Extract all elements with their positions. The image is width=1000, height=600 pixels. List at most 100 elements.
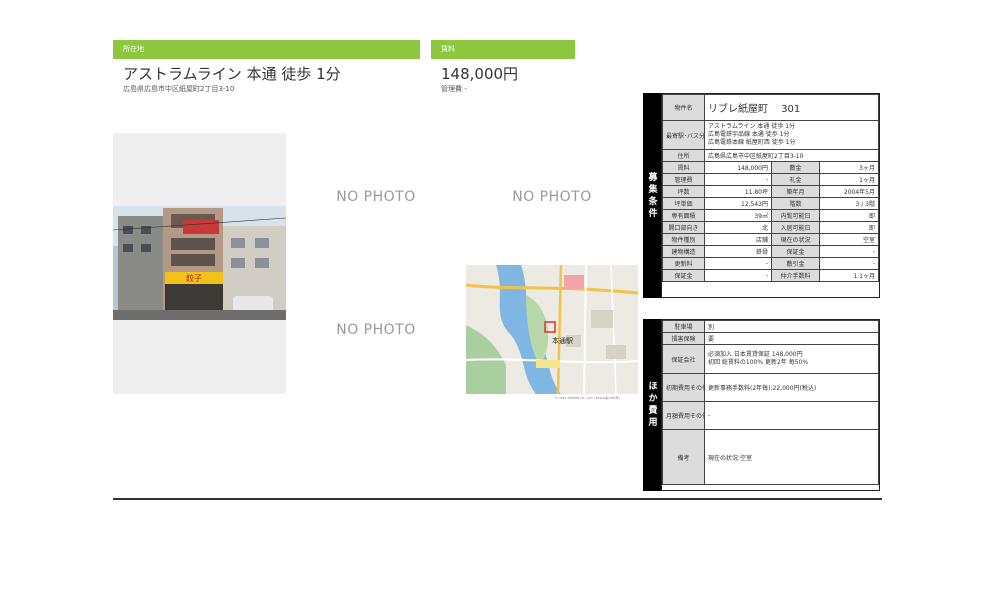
costs-table: 駐車場 別 損害保険 要 保証会社 必須加入 日本賃貸保証 148,000円 初…	[661, 319, 880, 491]
no-photo-text-1: NO PHOTO	[336, 189, 416, 205]
row-label: 入居可能日	[771, 221, 820, 234]
table-row: 初期費用その他 更新事務手数料(2年毎):22,000円(税込)	[662, 373, 879, 402]
row-label: 物件種別	[662, 233, 705, 246]
map-station-label: 本通駅	[552, 336, 573, 345]
row-label: 開口部向き	[662, 221, 705, 234]
row-value: 1ヶ月	[819, 173, 879, 186]
row-value: 鉄骨	[704, 245, 772, 258]
map-graphic: 本通駅	[466, 265, 638, 394]
location-header: 所在地	[113, 40, 420, 59]
nearest-station-label: 最寄駅･バス分	[662, 120, 705, 150]
address-value: 広島県広島市中区紙屋町2丁目3-10	[704, 149, 879, 162]
area-map[interactable]: 本通駅	[466, 265, 638, 394]
table-row: 坪数 11.80坪 築年月 2004年5月	[662, 185, 879, 198]
nearest-station-value: アストラムライン 本通 徒歩 1分 広島電鉄宇品線 本通 徒歩 1分 広島電鉄本…	[704, 120, 879, 150]
row-label: 初期費用その他	[662, 373, 705, 402]
row-value: 即	[819, 221, 879, 234]
table-row: 建物構造 鉄骨 保証金 -	[662, 245, 879, 258]
row-label: 現在の状況	[771, 233, 820, 246]
row-value: 店舗	[704, 233, 772, 246]
building-photo-tile[interactable]: 餃子	[113, 133, 286, 394]
row-label: 管理費	[662, 173, 705, 186]
row-value: -	[704, 173, 772, 186]
row-value: 必須加入 日本賃貸保証 148,000円 初回 総賃料の100% 更新2年 毎5…	[704, 344, 879, 374]
row-label: 保証金	[771, 245, 820, 258]
rent-price: 148,000円	[441, 65, 519, 83]
row-label: 損害保険	[662, 332, 705, 345]
building-photo: 餃子	[113, 206, 286, 320]
row-label: 礼金	[771, 173, 820, 186]
table-row: 坪単価 12,543円 階数 3 / 3階	[662, 197, 879, 210]
map-copyright: © 2016 ZENRIN CO., LTD. (Z16LE第1961号)	[555, 396, 620, 400]
table-row: 損害保険 要	[662, 332, 879, 345]
address-label: 住所	[662, 149, 705, 162]
row-label: 保証会社	[662, 344, 705, 374]
row-value: 11.80坪	[704, 185, 772, 198]
row-label: 専有面積	[662, 209, 705, 222]
row-label: 築年月	[771, 185, 820, 198]
row-value: 3ヶ月	[819, 161, 879, 174]
costs-side-label: ほか費用	[643, 319, 661, 491]
row-label: 階数	[771, 197, 820, 210]
rent-header: 賃料	[431, 40, 575, 59]
row-value: 148,000円	[704, 161, 772, 174]
row-value: 更新事務手数料(2年毎):22,000円(税込)	[704, 373, 879, 402]
property-name-label: 物件名	[662, 94, 705, 121]
management-fee: 管理費 -	[441, 85, 467, 93]
row-label: 建物構造	[662, 245, 705, 258]
row-value: -	[704, 401, 879, 430]
row-label: 備考	[662, 429, 705, 485]
table-row: 備考 現在の状況:空室	[662, 429, 879, 485]
row-value: 空室	[819, 233, 879, 246]
row-value: 北	[704, 221, 772, 234]
table-row: 保証金 - 仲介手数料 1.1ヶ月	[662, 269, 879, 282]
row-value: 12,543円	[704, 197, 772, 210]
row-value: 2004年5月	[819, 185, 879, 198]
table-row: 駐車場 別	[662, 320, 879, 333]
table-row: 物件種別 店舗 現在の状況 空室	[662, 233, 879, 246]
no-photo-text-3: NO PHOTO	[336, 321, 416, 338]
table-row: 保証会社 必須加入 日本賃貸保証 148,000円 初回 総賃料の100% 更新…	[662, 344, 879, 374]
station-line-1: アストラムライン 本通 徒歩 1分	[708, 123, 796, 130]
row-value: 即	[819, 209, 879, 222]
table-row: 管理費 - 礼金 1ヶ月	[662, 173, 879, 186]
row-label: 内覧可能日	[771, 209, 820, 222]
row-label: 坪数	[662, 185, 705, 198]
row-value: 現在の状況:空室	[704, 429, 879, 485]
row-value: -	[704, 269, 772, 282]
row-label: 仲介手数料	[771, 269, 820, 282]
row-value: 要	[704, 332, 879, 345]
row-label: 更新料	[662, 257, 705, 270]
row-value: 1.1ヶ月	[819, 269, 879, 282]
station-line-3: 広島電鉄本線 紙屋町西 徒歩 1分	[708, 139, 796, 146]
recruit-table: 物件名 リブレ紙屋町 301 最寄駅･バス分 アストラムライン 本通 徒歩 1分…	[661, 93, 880, 298]
no-photo-text-2: NO PHOTO	[512, 189, 592, 205]
row-label: 賃料	[662, 161, 705, 174]
row-label: 敷引金	[771, 257, 820, 270]
row-value: 39㎡	[704, 209, 772, 222]
property-name-value: リブレ紙屋町 301	[704, 94, 879, 121]
row-value: -	[819, 257, 879, 270]
no-photo-tile-1[interactable]: NO PHOTO	[290, 133, 462, 261]
row-label: 月額費用その他	[662, 401, 705, 430]
row-value: 別	[704, 320, 879, 333]
no-photo-tile-2[interactable]: NO PHOTO	[466, 133, 638, 261]
station-line-2: 広島電鉄宇品線 本通 徒歩 1分	[708, 131, 790, 138]
shop-sign-text: 餃子	[186, 273, 202, 283]
footer-divider	[113, 498, 882, 500]
row-value: -	[819, 245, 879, 258]
location-title: アストラムライン 本通 徒歩 1分	[123, 65, 341, 83]
row-label: 坪単価	[662, 197, 705, 210]
recruit-side-label: 募集条件	[643, 93, 661, 298]
table-row: 月額費用その他 -	[662, 401, 879, 430]
no-photo-tile-3[interactable]: NO PHOTO	[290, 265, 462, 394]
row-label: 敷金	[771, 161, 820, 174]
row-label: 保証金	[662, 269, 705, 282]
location-address: 広島県広島市中区紙屋町2丁目3-10	[123, 85, 235, 93]
table-row: 更新料 - 敷引金 -	[662, 257, 879, 270]
table-row: 開口部向き 北 入居可能日 即	[662, 221, 879, 234]
table-row: 賃料 148,000円 敷金 3ヶ月	[662, 161, 879, 174]
row-label: 駐車場	[662, 320, 705, 333]
row-value: 3 / 3階	[819, 197, 879, 210]
table-row: 専有面積 39㎡ 内覧可能日 即	[662, 209, 879, 222]
